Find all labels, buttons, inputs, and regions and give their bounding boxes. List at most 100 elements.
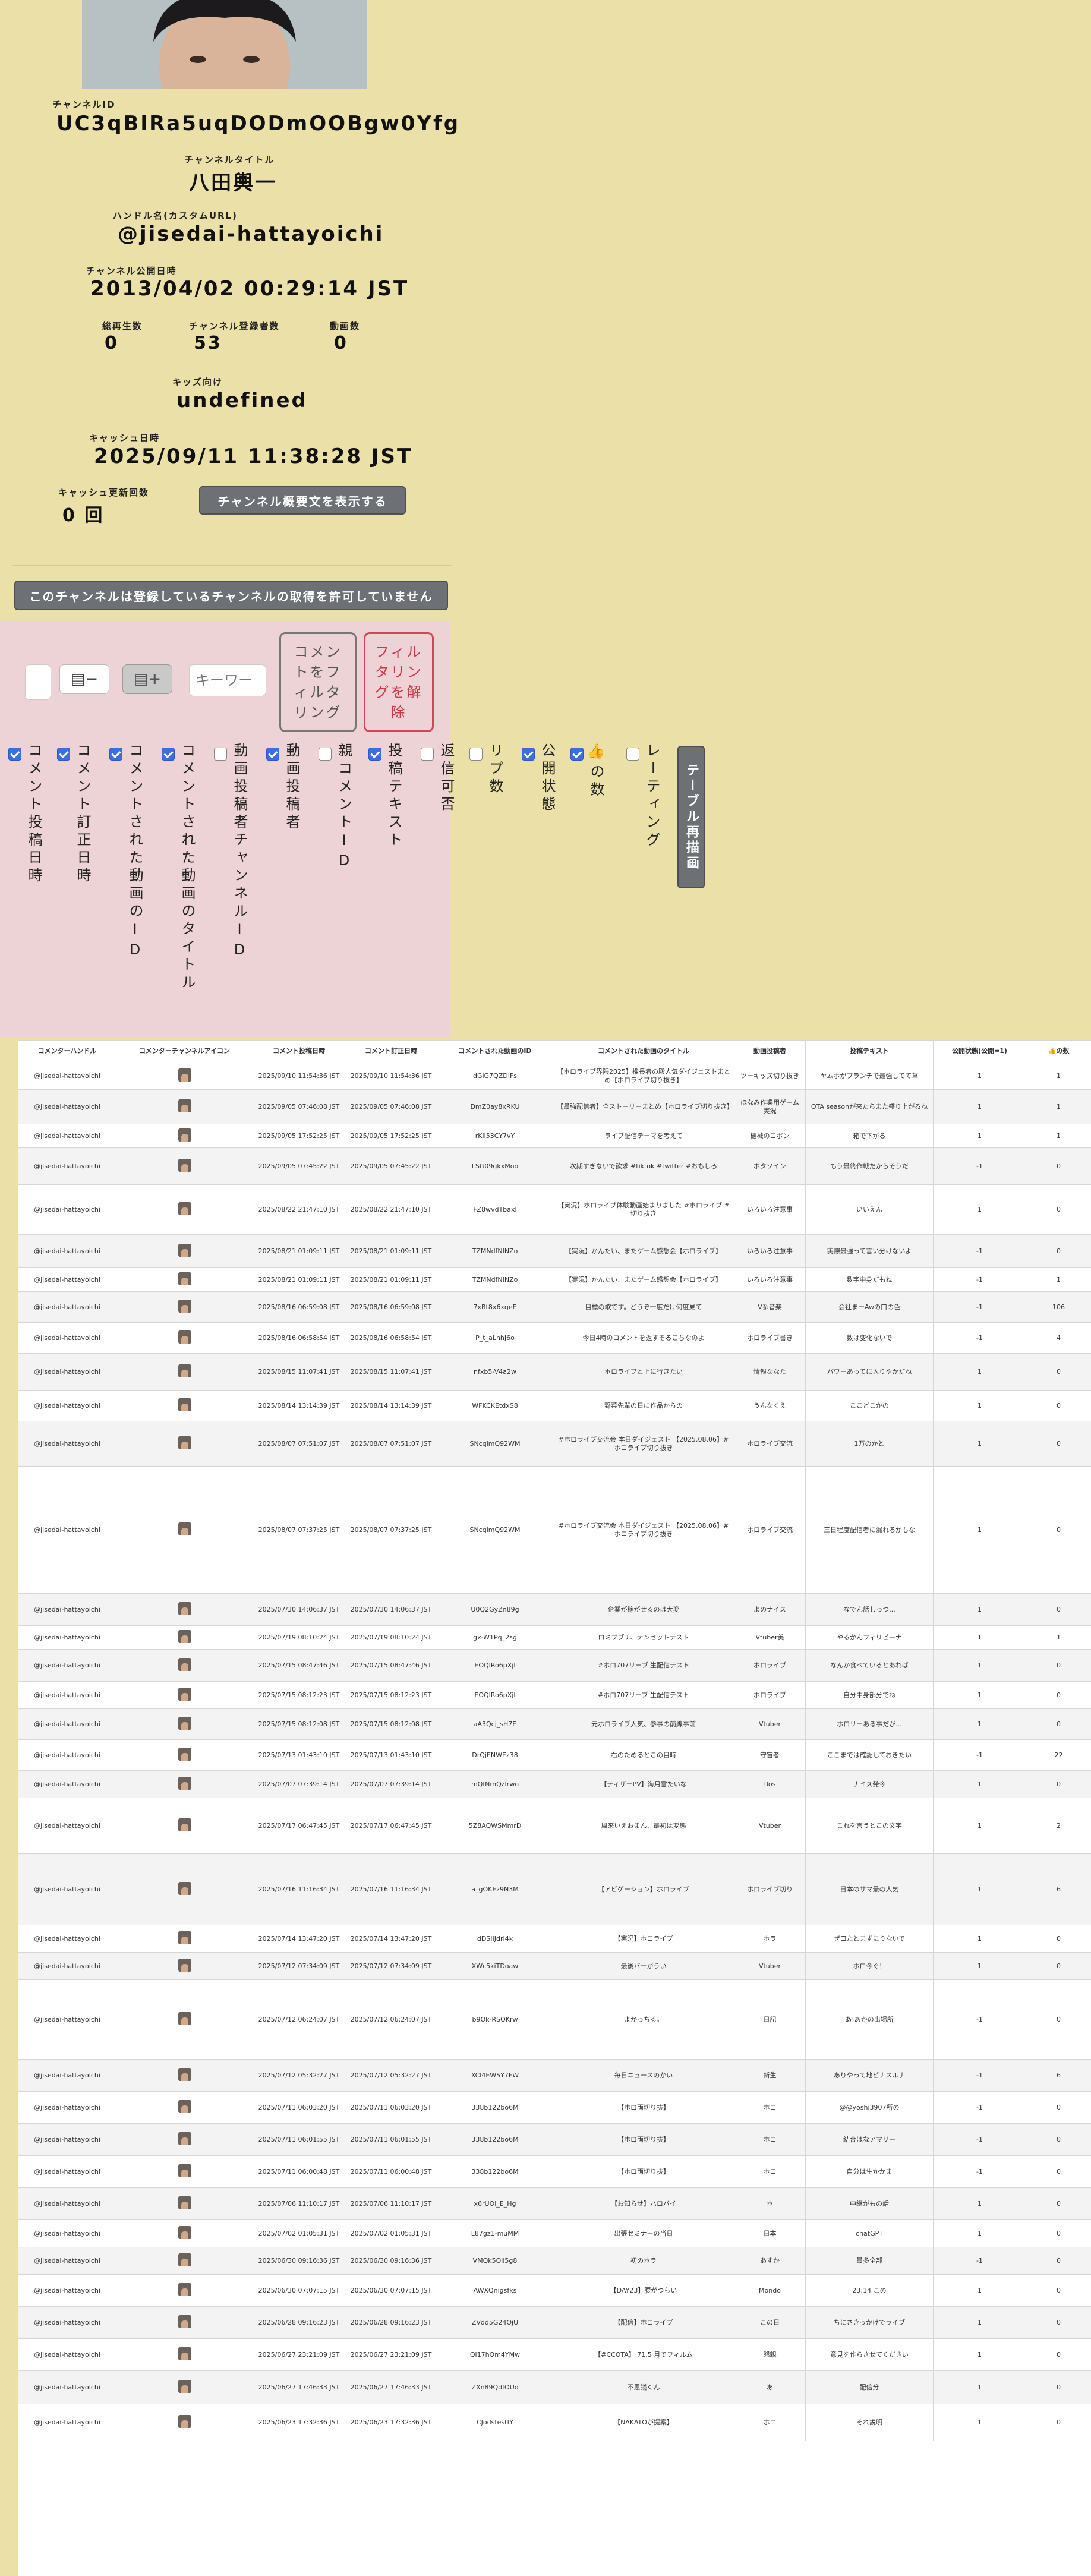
cell-video-id: DrQjENWEz38 <box>437 1739 553 1771</box>
cell-text: ホロ今ぐ！ <box>805 1952 934 1980</box>
col-toggle-rating[interactable] <box>626 748 639 761</box>
table-row: @jisedai-hattayoichi 2025/08/07 07:37:25 … <box>18 1466 1091 1594</box>
commenter-avatar-icon <box>178 2315 191 2328</box>
cell-video-title: 不思議くん <box>553 2370 734 2404</box>
videos-label: 動画数 <box>330 321 361 332</box>
expand-icon[interactable]: ▤+ <box>122 664 172 694</box>
cell-likes: 0 <box>1026 1421 1091 1467</box>
header-post-text[interactable]: 投稿テキスト <box>805 1040 934 1062</box>
commenter-avatar-icon <box>178 1657 191 1671</box>
col-toggle-posted-date[interactable] <box>8 748 21 761</box>
col-toggle-public-status[interactable] <box>522 748 535 761</box>
col-toggle-like-count[interactable] <box>570 748 584 761</box>
cell-posted: 2025/08/07 07:37:25 JST <box>253 1466 345 1594</box>
cell-uploader: うんなくえ <box>734 1390 806 1421</box>
cell-text: パワーあってに入りやかだね <box>805 1353 934 1391</box>
cell-handle: @jisedai-hattayoichi <box>18 1234 116 1268</box>
table-row: @jisedai-hattayoichi 2025/08/21 01:09:11 … <box>18 1234 1091 1268</box>
header-public-status[interactable]: 公開状態(公開=1) <box>933 1040 1026 1062</box>
col-toggle-video-id[interactable] <box>109 748 122 761</box>
commenter-avatar-icon <box>178 2282 191 2296</box>
cell-public: 1 <box>933 1925 1026 1953</box>
header-uploader[interactable]: 動画投稿者 <box>734 1040 806 1062</box>
table-row: @jisedai-hattayoichi 2025/08/14 13:14:39 … <box>18 1390 1091 1421</box>
cell-commenter-icon <box>116 2187 253 2220</box>
table-row: @jisedai-hattayoichi 2025/07/15 08:12:23 … <box>18 1681 1091 1709</box>
cell-uploader: あすか <box>734 2247 806 2275</box>
cell-likes: 0 <box>1026 1925 1091 1953</box>
cell-handle: @jisedai-hattayoichi <box>18 2274 116 2307</box>
cell-video-id: 338b122bo6M <box>437 2155 553 2188</box>
cell-text: 中継がもの話 <box>805 2187 934 2220</box>
col-label-reply-count: リプ数 <box>487 743 503 796</box>
header-commenter-icon[interactable]: コメンターチャンネルアイコン <box>116 1040 253 1062</box>
table-row: @jisedai-hattayoichi 2025/07/17 06:47:45 … <box>18 1798 1091 1854</box>
cell-handle: @jisedai-hattayoichi <box>18 2059 116 2092</box>
cell-edited: 2025/07/15 08:12:23 JST <box>345 1681 437 1709</box>
table-row: @jisedai-hattayoichi 2025/06/27 17:46:33 … <box>18 2370 1091 2404</box>
cell-text: 数は変化ないで <box>805 1322 934 1354</box>
cache-count-label: キャッシュ更新回数 <box>58 487 150 498</box>
cell-handle: @jisedai-hattayoichi <box>18 2219 116 2247</box>
cell-handle: @jisedai-hattayoichi <box>18 1421 116 1467</box>
header-commenter-handle[interactable]: コメンターハンドル <box>18 1040 116 1062</box>
cell-handle: @jisedai-hattayoichi <box>18 1625 116 1650</box>
cell-video-title: 毎日ニュースのかい <box>553 2059 734 2092</box>
header-video-id[interactable]: コメントされた動画のID <box>437 1040 553 1062</box>
cell-public: 1 <box>933 1390 1026 1421</box>
keyword-input[interactable] <box>189 664 266 696</box>
cell-commenter-icon <box>116 1853 253 1925</box>
cell-video-title: 【ホロ両切り抜】 <box>553 2091 734 2124</box>
header-edited-date[interactable]: コメント訂正日時 <box>345 1040 437 1062</box>
col-label-parent-comment-id: 親コメントID <box>336 743 352 872</box>
cell-text: 配信分 <box>805 2370 934 2404</box>
cell-edited: 2025/07/13 01:43:10 JST <box>345 1739 437 1771</box>
cell-handle: @jisedai-hattayoichi <box>18 1798 116 1854</box>
cell-video-title: #ホロライブ交流会 本日ダイジェスト 【2025.08.06】#ホロライブ切り抜… <box>553 1466 734 1594</box>
cell-posted: 2025/06/30 07:07:15 JST <box>253 2274 345 2307</box>
col-toggle-uploader[interactable] <box>266 748 279 761</box>
cell-likes: 0 <box>1026 2123 1091 2156</box>
kids-label: キッズ向け <box>172 377 223 387</box>
cell-edited: 2025/07/12 07:34:09 JST <box>345 1952 437 1980</box>
cell-commenter-icon <box>116 2123 253 2156</box>
show-description-button[interactable]: チャンネル概要文を表示する <box>199 486 406 515</box>
table-row: @jisedai-hattayoichi 2025/08/07 07:51:07 … <box>18 1421 1091 1467</box>
cell-uploader: ホロライブ <box>734 1681 806 1709</box>
col-label-post-text: 投稿テキスト <box>386 743 402 850</box>
header-video-title[interactable]: コメントされた動画のタイトル <box>553 1040 734 1062</box>
cell-commenter-icon <box>116 1267 253 1292</box>
collapse-icon[interactable]: ▤− <box>59 664 109 694</box>
cell-handle: @jisedai-hattayoichi <box>18 2404 116 2441</box>
subscriptions-disabled-button[interactable]: このチャンネルは登録しているチャンネルの取得を許可していません <box>14 581 448 610</box>
redraw-table-button[interactable]: テーブル再描画 <box>677 746 705 888</box>
col-toggle-reply-count[interactable] <box>469 748 483 761</box>
cell-video-title: 元ホロライブ人気、参事の前線事前 <box>553 1708 734 1740</box>
commenter-avatar-icon <box>178 2196 191 2209</box>
col-toggle-parent-comment-id[interactable] <box>319 748 332 761</box>
cell-likes: 1 <box>1026 1089 1091 1124</box>
col-toggle-uploader-channel-id[interactable] <box>214 748 227 761</box>
toggle-all-box[interactable] <box>25 664 51 700</box>
col-toggle-video-title[interactable] <box>162 748 175 761</box>
cell-posted: 2025/06/30 09:16:36 JST <box>253 2247 345 2275</box>
col-toggle-post-text[interactable] <box>368 748 381 761</box>
cell-commenter-icon <box>116 2274 253 2307</box>
cell-uploader: ホロ <box>734 2091 806 2124</box>
cell-handle: @jisedai-hattayoichi <box>18 1267 116 1292</box>
cell-posted: 2025/07/12 06:24:07 JST <box>253 1979 345 2060</box>
cell-likes: 0 <box>1026 1593 1091 1626</box>
header-like-count[interactable]: 👍の数 <box>1026 1040 1091 1062</box>
cell-likes: 0 <box>1026 1770 1091 1798</box>
cell-edited: 2025/07/16 11:16:34 JST <box>345 1853 437 1925</box>
clear-filter-button[interactable]: フィルタリングを解除 <box>364 632 434 732</box>
filter-comments-button[interactable]: コメントをフィルタリング <box>279 632 357 732</box>
cell-posted: 2025/09/05 07:45:22 JST <box>253 1147 345 1185</box>
cell-likes: 4 <box>1026 1322 1091 1354</box>
header-posted-date[interactable]: コメント投稿日時 <box>253 1040 345 1062</box>
commenter-avatar-icon <box>178 1158 191 1172</box>
cell-video-id: Ql17hOm4YMw <box>437 2338 553 2371</box>
cell-public: -1 <box>933 1322 1026 1354</box>
col-toggle-edited-date[interactable] <box>57 748 70 761</box>
col-toggle-reply-allowed[interactable] <box>421 748 434 761</box>
